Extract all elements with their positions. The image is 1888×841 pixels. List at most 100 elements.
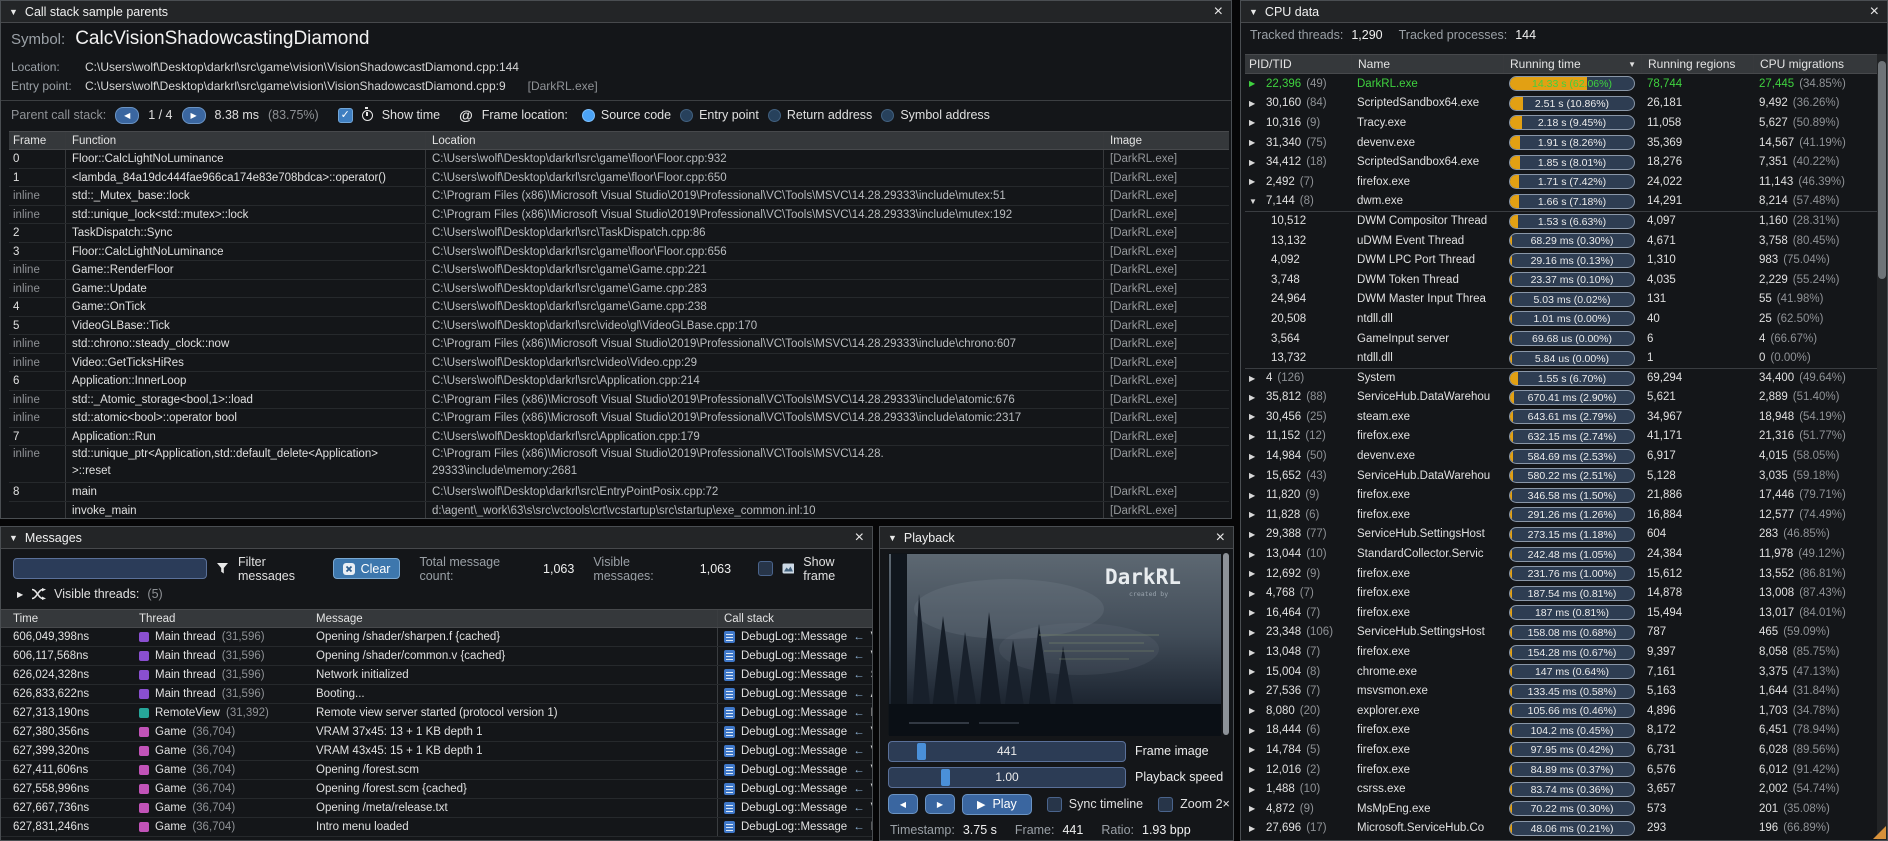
collapse-icon[interactable]: ▼ [9,7,18,17]
column-pid-tid[interactable]: PID/TID [1245,55,1351,73]
process-row[interactable]: ▶14,784(5)firefox.exe97.95 ms (0.42%)6,7… [1245,740,1877,760]
process-row[interactable]: 4,092DWM LPC Port Thread29.16 ms (0.13%)… [1245,250,1877,270]
callstack-row[interactable]: 8mainC:\Users\wolf\Desktop\darkrl\src\En… [9,483,1229,502]
scrollbar-thumb[interactable] [1878,61,1886,279]
collapse-icon[interactable]: ▼ [888,533,897,543]
process-row[interactable]: ▶13,048(7)firefox.exe154.28 ms (0.67%)9,… [1245,642,1877,662]
play-button[interactable]: ▶ Play [962,794,1032,815]
callstack-row[interactable]: 7Application::RunC:\Users\wolf\Desktop\d… [9,428,1229,447]
expand-icon[interactable]: ▶ [1249,510,1261,519]
sync-timeline-checkbox[interactable] [1047,797,1062,812]
expand-icon[interactable]: ▶ [1249,99,1261,108]
message-row[interactable]: 627,380,356nsGame(36,704)VRAM 37x45: 13 … [1,723,872,742]
radio-symbol-address[interactable] [881,109,894,122]
close-icon[interactable]: × [1870,5,1879,19]
expand-icon[interactable]: ▶ [1249,452,1261,461]
expand-icon[interactable]: ▶ [1249,667,1261,676]
message-row[interactable]: 606,117,568nsMain thread(31,596)Opening … [1,647,872,666]
process-row[interactable]: 3,748DWM Token Thread23.37 ms (0.10%)4,0… [1245,270,1877,290]
process-row[interactable]: ▶30,456(25)steam.exe643.61 ms (2.79%)34,… [1245,407,1877,427]
messages-panel-titlebar[interactable]: ▼ Messages × [1,527,872,549]
expand-icon[interactable]: ▶ [1249,530,1261,539]
process-row[interactable]: ▶23,348(106)ServiceHub.SettingsHost158.0… [1245,623,1877,643]
expand-icon[interactable]: ▶ [1249,138,1261,147]
expand-icon[interactable]: ▶ [1249,432,1261,441]
callstack-row[interactable]: 3Floor::CalcLightNoLuminanceC:\Users\wol… [9,243,1229,262]
column-message[interactable]: Message [310,610,717,627]
process-row[interactable]: ▶11,828(6)firefox.exe291.26 ms (1.26%)16… [1245,505,1877,525]
collapse-icon[interactable]: ▼ [1249,197,1261,206]
process-row[interactable]: ▶4,768(7)firefox.exe187.54 ms (0.81%)14,… [1245,583,1877,603]
process-row[interactable]: ▶31,340(75)devenv.exe1.91 s (8.26%)35,36… [1245,133,1877,153]
callstack-row[interactable]: 6Application::InnerLoopC:\Users\wolf\Des… [9,372,1229,391]
expand-icon[interactable]: ▶ [1249,491,1261,500]
option-entry-point[interactable]: Entry point [680,108,759,122]
callstack-row[interactable]: 5VideoGLBase::TickC:\Users\wolf\Desktop\… [9,317,1229,336]
process-row[interactable]: ▼7,144(8)dwm.exe1.66 s (7.18%)14,2918,21… [1245,192,1877,212]
process-row[interactable]: ▶22,396(49)DarkRL.exe14.33 s (62.06%)78,… [1245,74,1877,94]
process-row[interactable]: ▶4,872(9)MsMpEng.exe70.22 ms (0.30%)5732… [1245,799,1877,819]
callstack-row[interactable]: inlineGame::RenderFloorC:\Users\wolf\Des… [9,261,1229,280]
cpu-panel-titlebar[interactable]: ▼ CPU data × [1241,1,1887,23]
expand-icon[interactable]: ▶ [1249,785,1261,794]
column-running-time[interactable]: Running time▼ [1503,55,1641,73]
expand-icon[interactable]: ▶ [1249,118,1261,127]
process-row[interactable]: ▶30,160(84)ScriptedSandbox64.exe2.51 s (… [1245,94,1877,114]
cpu-table-header[interactable]: PID/TID Name Running time▼ Running regio… [1245,54,1877,74]
playback-panel-titlebar[interactable]: ▼ Playback × [880,527,1233,549]
message-row[interactable]: 627,411,606nsGame(36,704)Opening /forest… [1,761,872,780]
expand-icon[interactable]: ▶ [1249,608,1261,617]
process-row[interactable]: ▶13,044(10)StandardCollector.Servic242.4… [1245,544,1877,564]
callstack-row[interactable]: inlinestd::unique_lock<std::mutex>::lock… [9,206,1229,225]
radio-source-code[interactable] [582,109,595,122]
callstack-row[interactable]: 0Floor::CalcLightNoLuminanceC:\Users\wol… [9,150,1229,169]
playback-scrollbar[interactable] [1223,553,1229,735]
process-row[interactable]: 20,508ntdll.dll1.01 ms (0.00%)4025(62.50… [1245,309,1877,329]
column-image[interactable]: Image [1103,132,1229,149]
process-row[interactable]: ▶29,388(77)ServiceHub.SettingsHost273.15… [1245,525,1877,545]
process-row[interactable]: ▶18,444(6)firefox.exe104.2 ms (0.45%)8,1… [1245,721,1877,741]
column-running-regions[interactable]: Running regions [1641,55,1753,73]
process-row[interactable]: 13,732ntdll.dll5.84 us (0.00%)10(0.00%) [1245,348,1877,368]
callstack-row[interactable]: inlineGame::UpdateC:\Users\wolf\Desktop\… [9,280,1229,299]
expand-icon[interactable]: ▶ [1249,804,1261,813]
process-row[interactable]: ▶11,820(9)firefox.exe346.58 ms (1.50%)21… [1245,485,1877,505]
expand-icon[interactable]: ▶ [1249,412,1261,421]
callstack-row[interactable]: invoke_maind:\agent\_work\63\s\src\vctoo… [9,502,1229,519]
resize-grip[interactable] [1873,826,1886,839]
expand-icon[interactable]: ▶ [1249,79,1261,88]
visible-threads-line[interactable]: ▶ Visible threads: (5) [17,587,163,601]
message-row[interactable]: 626,833,622nsMain thread(31,596)Booting.… [1,685,872,704]
collapse-icon[interactable]: ▼ [9,533,18,543]
process-row[interactable]: ▶15,004(8)chrome.exe147 ms (0.64%)7,1613… [1245,662,1877,682]
column-cpu-migrations[interactable]: CPU migrations [1753,55,1877,73]
column-thread[interactable]: Thread [133,610,310,627]
column-callstack[interactable]: Call stack [717,610,872,627]
frame-image-slider[interactable]: 441 [888,741,1126,762]
column-location[interactable]: Location [425,132,1103,149]
option-return-address[interactable]: Return address [768,108,872,122]
callstack-row[interactable]: inlinestd::atomic<bool>::operator boolC:… [9,409,1229,428]
process-row[interactable]: ▶2,492(7)firefox.exe1.71 s (7.42%)24,022… [1245,172,1877,192]
expand-icon[interactable]: ▶ [1249,550,1261,559]
next-callstack-button[interactable]: ▶ [182,107,206,124]
callstack-row[interactable]: 2TaskDispatch::SyncC:\Users\wolf\Desktop… [9,224,1229,243]
process-row[interactable]: ▶12,692(9)firefox.exe231.76 ms (1.00%)15… [1245,564,1877,584]
process-row[interactable]: ▶16,464(7)firefox.exe187 ms (0.81%)15,49… [1245,603,1877,623]
expand-icon[interactable]: ▶ [1249,393,1261,402]
message-row[interactable]: 606,049,398nsMain thread(31,596)Opening … [1,628,872,647]
process-row[interactable]: ▶11,152(12)firefox.exe632.15 ms (2.74%)4… [1245,427,1877,447]
column-frame[interactable]: Frame [9,132,65,149]
prev-callstack-button[interactable]: ◀ [115,107,139,124]
process-row[interactable]: ▶34,412(18)ScriptedSandbox64.exe1.85 s (… [1245,152,1877,172]
message-row[interactable]: 627,399,320nsGame(36,704)VRAM 43x45: 15 … [1,742,872,761]
callstack-table-header[interactable]: Frame Function Location Image [9,131,1229,150]
column-name[interactable]: Name [1351,55,1503,73]
process-row[interactable]: 3,564GameInput server69.68 us (0.00%)64(… [1245,329,1877,349]
callstack-row[interactable]: inlinestd::unique_ptr<Application,std::d… [9,446,1229,483]
show-frame-checkbox[interactable] [758,561,773,576]
process-row[interactable]: 24,964DWM Master Input Threa5.03 ms (0.0… [1245,290,1877,310]
message-row[interactable]: 627,831,246nsGame(36,704)Intro menu load… [1,818,872,837]
expand-icon[interactable]: ▶ [1249,745,1261,754]
close-icon[interactable]: × [1214,5,1223,19]
